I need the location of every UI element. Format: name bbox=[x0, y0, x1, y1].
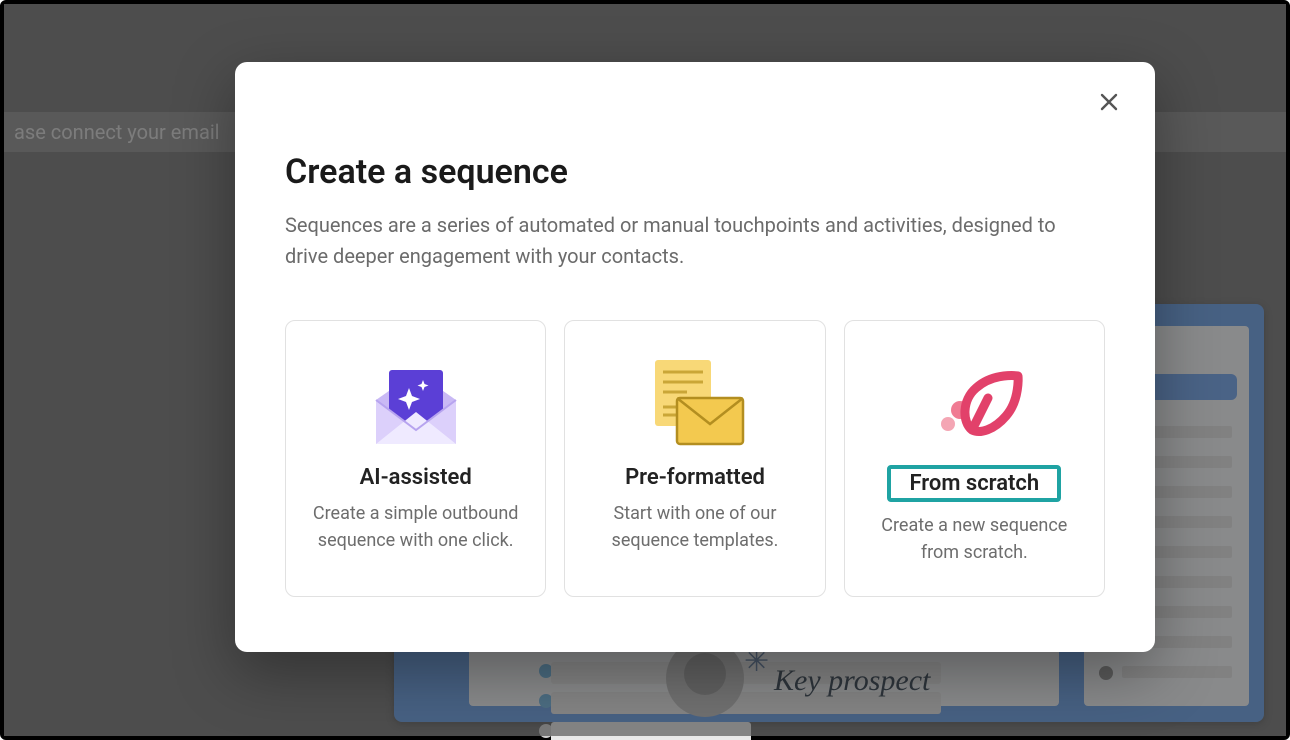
paper-plane-icon bbox=[914, 347, 1034, 457]
option-title: Pre-formatted bbox=[625, 465, 765, 490]
option-from-scratch[interactable]: From scratch Create a new sequence from … bbox=[844, 320, 1105, 597]
template-envelope-icon bbox=[635, 347, 755, 457]
option-description: Create a simple outbound sequence with o… bbox=[304, 500, 527, 554]
close-icon bbox=[1099, 92, 1119, 112]
modal-title: Create a sequence bbox=[285, 152, 1105, 192]
modal-subtitle: Sequences are a series of automated or m… bbox=[285, 210, 1085, 272]
option-description: Create a new sequence from scratch. bbox=[863, 512, 1086, 566]
create-sequence-modal: Create a sequence Sequences are a series… bbox=[235, 62, 1155, 652]
option-title-highlight: From scratch bbox=[887, 465, 1061, 502]
close-button[interactable] bbox=[1091, 84, 1127, 120]
option-description: Start with one of our sequence templates… bbox=[583, 500, 806, 554]
option-title: AI-assisted bbox=[360, 465, 472, 490]
option-ai-assisted[interactable]: AI-assisted Create a simple outbound seq… bbox=[285, 320, 546, 597]
sequence-options: AI-assisted Create a simple outbound seq… bbox=[285, 320, 1105, 597]
ai-envelope-icon bbox=[361, 347, 471, 457]
option-pre-formatted[interactable]: Pre-formatted Start with one of our sequ… bbox=[564, 320, 825, 597]
option-title: From scratch bbox=[887, 465, 1061, 502]
